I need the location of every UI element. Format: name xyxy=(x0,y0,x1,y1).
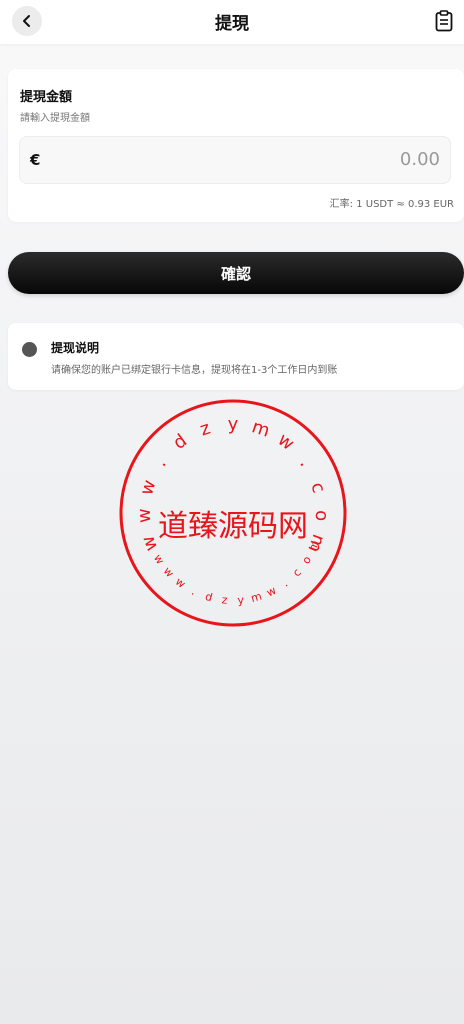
watermark-url-char: w xyxy=(151,552,167,567)
watermark-url-char: . xyxy=(280,577,291,590)
amount-input[interactable]: € 0.00 xyxy=(19,136,451,184)
amount-hint: 請輸入提現金額 xyxy=(20,113,90,124)
watermark-url-char: y xyxy=(228,414,239,435)
watermark-url-char: z xyxy=(197,418,213,441)
watermark-url-char: m xyxy=(249,416,272,441)
page-title: 提現 xyxy=(215,14,249,34)
amount-value: 0.00 xyxy=(399,149,440,170)
watermark-stamp: 道臻源码网 www.dz y mw.com www. d z y m w.com xyxy=(119,399,347,627)
watermark-url-char: w xyxy=(136,478,160,498)
exchange-rate: 汇率: 1 USDT ≈ 0.93 EUR xyxy=(329,199,454,210)
confirm-button-label: 確認 xyxy=(220,264,251,283)
watermark-url-char: o xyxy=(311,510,332,522)
withdraw-notice-card: 提现说明 请确保您的账户已绑定银行卡信息，提现将在1-3个工作日内到账 xyxy=(8,323,464,390)
watermark-center-text: 道臻源码网 xyxy=(158,509,308,544)
info-dot-icon xyxy=(22,342,37,357)
watermark-url-char: y xyxy=(237,593,245,607)
confirm-button[interactable]: 確認 xyxy=(8,252,464,294)
withdraw-amount-card: 提現金額 請輸入提現金額 € 0.00 汇率: 1 USDT ≈ 0.93 EU… xyxy=(8,69,464,222)
watermark-url-char: c xyxy=(306,480,329,496)
watermark-url-char: w xyxy=(173,575,188,591)
clipboard-icon xyxy=(435,10,453,32)
watermark-url-char: c xyxy=(290,566,304,579)
withdraw-records-button[interactable] xyxy=(432,8,456,34)
watermark-url-char: w xyxy=(161,564,177,579)
watermark-url-char: m xyxy=(249,590,263,605)
watermark-url-char: . xyxy=(189,585,198,598)
watermark-url-char: z xyxy=(221,593,228,607)
watermark-url-char: w xyxy=(264,584,278,600)
watermark-url-char: . xyxy=(295,454,315,471)
watermark-url-char: d xyxy=(169,430,191,454)
notice-title: 提现说明 xyxy=(51,341,100,355)
watermark-url-char: o xyxy=(299,553,314,566)
amount-section-title: 提現金額 xyxy=(20,90,73,105)
watermark-url-char: w xyxy=(134,508,155,523)
notice-text: 请确保您的账户已绑定银行卡信息，提现将在1-3个工作日内到账 xyxy=(51,365,338,376)
top-bar: 提現 xyxy=(0,0,464,44)
euro-symbol: € xyxy=(30,151,41,169)
watermark-url-char: d xyxy=(204,590,214,604)
watermark-url-char: w xyxy=(274,429,298,455)
watermark-url-char: . xyxy=(150,454,170,471)
